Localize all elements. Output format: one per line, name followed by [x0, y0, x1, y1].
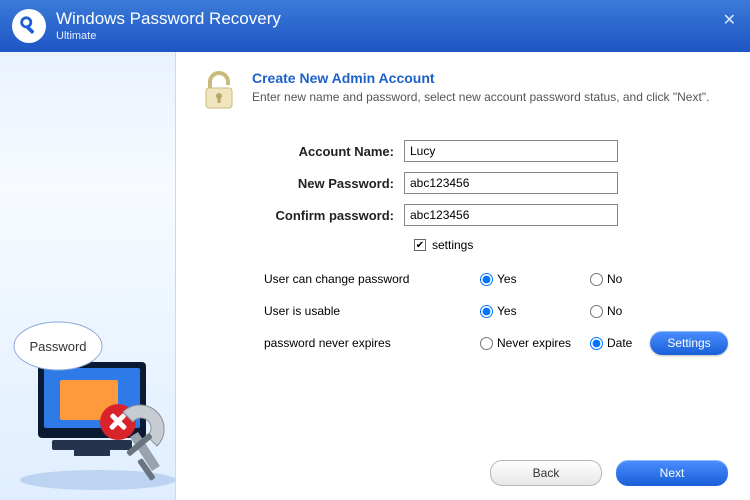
opt-change-pw-label: User can change password	[264, 272, 480, 286]
new-password-input[interactable]	[404, 172, 618, 194]
back-button[interactable]: Back	[490, 460, 602, 486]
page-subtitle: Enter new name and password, select new …	[252, 90, 709, 104]
account-name-input[interactable]	[404, 140, 618, 162]
settings-button[interactable]: Settings	[650, 331, 728, 355]
app-edition: Ultimate	[56, 30, 281, 42]
sidebar-illustration-icon: Password	[8, 302, 175, 492]
main-panel: Create New Admin Account Enter new name …	[175, 52, 750, 500]
opt-usable-no[interactable]	[590, 305, 603, 318]
opt-expires-date[interactable]	[590, 337, 603, 350]
page-title: Create New Admin Account	[252, 70, 709, 86]
confirm-password-label: Confirm password:	[264, 208, 404, 223]
app-logo-icon	[12, 9, 46, 43]
settings-checkbox-label: settings	[432, 238, 473, 252]
confirm-password-input[interactable]	[404, 204, 618, 226]
next-button[interactable]: Next	[616, 460, 728, 486]
opt-usable-label: User is usable	[264, 304, 480, 318]
title-bar: Windows Password Recovery Ultimate ✕	[0, 0, 750, 52]
sidebar: Password	[0, 52, 175, 500]
account-name-label: Account Name:	[264, 144, 404, 159]
opt-change-pw-no[interactable]	[590, 273, 603, 286]
opt-expires-label: password never expires	[264, 336, 480, 350]
app-title: Windows Password Recovery	[56, 10, 281, 29]
close-icon[interactable]: ✕	[723, 10, 736, 30]
opt-usable-yes[interactable]	[480, 305, 493, 318]
new-password-label: New Password:	[264, 176, 404, 191]
padlock-icon	[200, 70, 238, 112]
settings-checkbox[interactable]: ✔	[414, 239, 426, 251]
opt-never-expires[interactable]	[480, 337, 493, 350]
svg-text:Password: Password	[29, 339, 86, 354]
opt-change-pw-yes[interactable]	[480, 273, 493, 286]
